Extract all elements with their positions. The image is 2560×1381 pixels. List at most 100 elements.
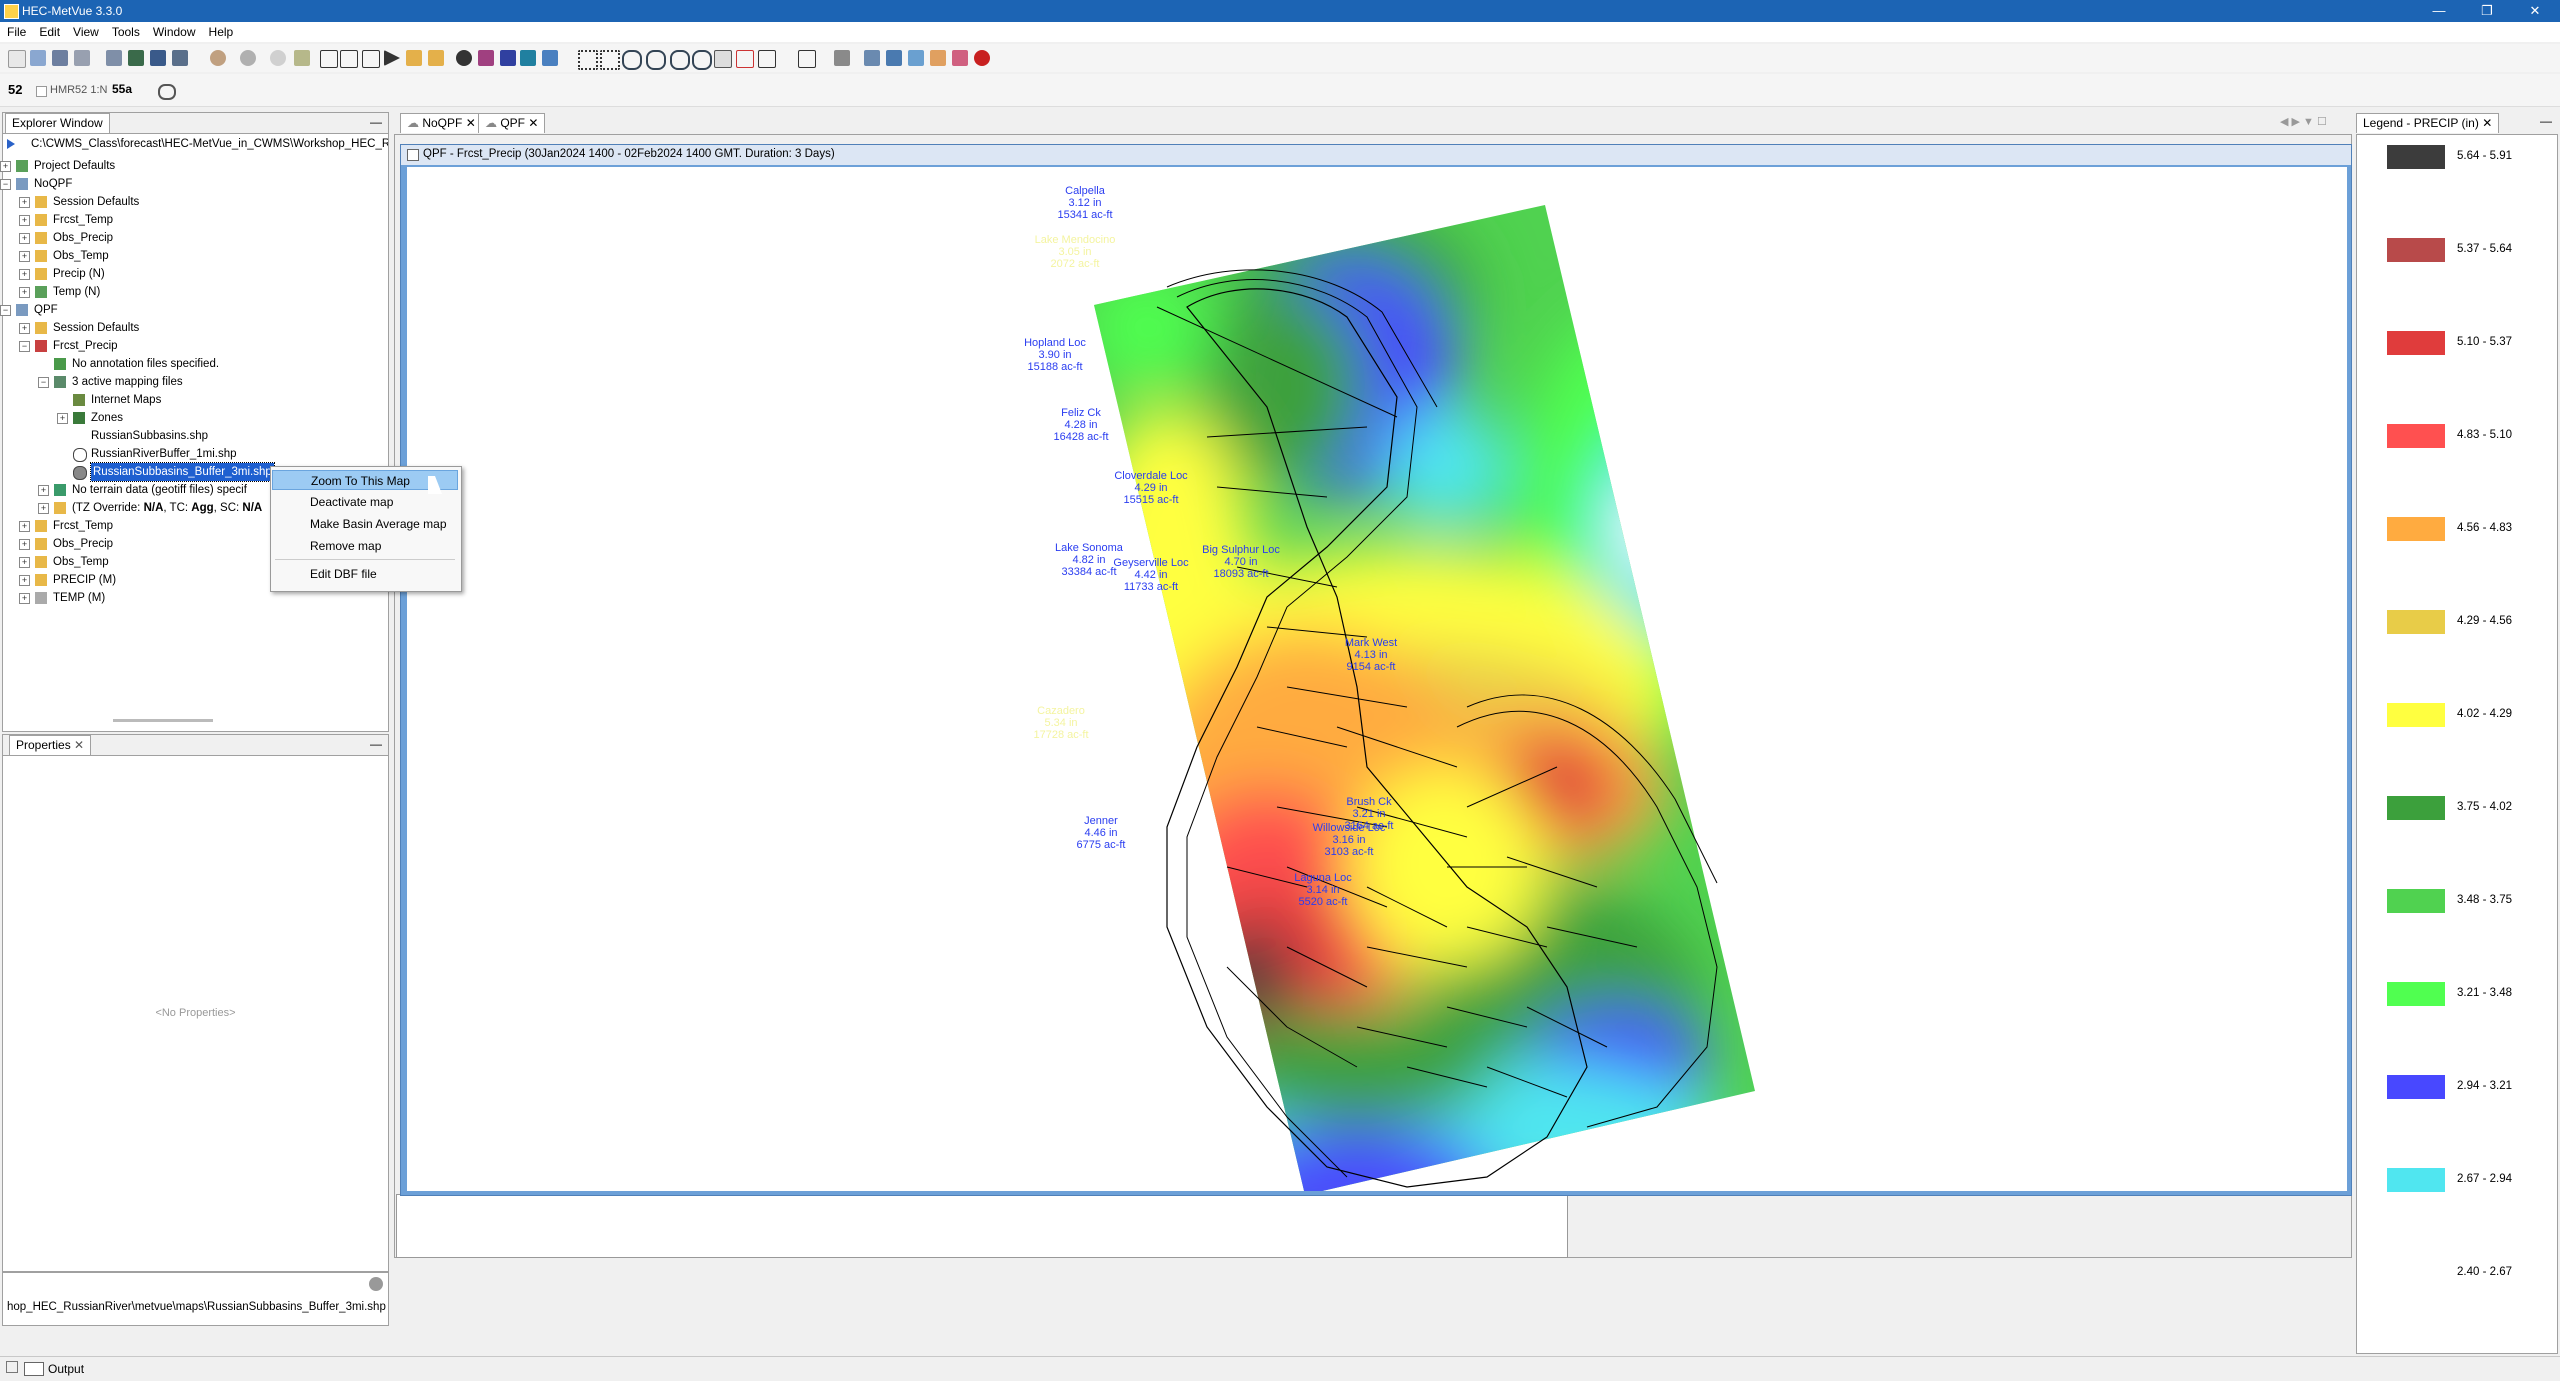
sync-icon[interactable]	[158, 84, 176, 100]
animate-icon[interactable]	[406, 50, 422, 66]
layers-icon[interactable]	[294, 50, 310, 66]
expand-icon[interactable]: +	[19, 197, 30, 208]
folder-icon[interactable]	[106, 50, 122, 66]
tool-b-icon[interactable]	[864, 50, 880, 66]
text-tool-icon[interactable]	[758, 50, 776, 68]
expand-icon[interactable]: +	[19, 269, 30, 280]
expand-icon[interactable]: +	[19, 215, 30, 226]
tool-a-icon[interactable]	[834, 50, 850, 66]
network-icon[interactable]	[520, 50, 536, 66]
restore-output-icon[interactable]	[6, 1361, 18, 1373]
close-properties-icon[interactable]: ✕	[74, 738, 84, 752]
minimize-legend-icon[interactable]: —	[2540, 114, 2552, 128]
collapse-icon[interactable]: −	[19, 341, 30, 352]
save-icon[interactable]	[52, 50, 68, 66]
print-icon[interactable]	[74, 50, 90, 66]
minimize-properties-icon[interactable]: —	[370, 737, 382, 751]
output-label[interactable]: Output	[48, 1362, 84, 1376]
collapse-icon[interactable]: −	[0, 179, 11, 190]
close-tab-icon[interactable]: ✕	[528, 116, 538, 130]
minimize-panel-icon[interactable]: —	[370, 115, 382, 129]
tool-f-icon[interactable]	[952, 50, 968, 66]
explorer-tab[interactable]: Explorer Window	[5, 113, 110, 133]
zoom-window-icon[interactable]	[320, 50, 338, 68]
draw-icon[interactable]	[736, 50, 754, 68]
record-icon[interactable]	[974, 50, 990, 66]
badge-55a[interactable]: 55a	[112, 82, 132, 96]
legend-label: 4.83 - 5.10	[2457, 429, 2512, 441]
expand-icon[interactable]: +	[19, 251, 30, 262]
menu-help[interactable]: Help	[202, 22, 240, 39]
tool-c-icon[interactable]	[886, 50, 902, 66]
new-icon[interactable]	[8, 50, 26, 68]
zoom-box-icon[interactable]	[340, 50, 358, 68]
hmr-checkbox[interactable]	[36, 86, 47, 97]
expand-icon[interactable]: +	[57, 413, 68, 424]
properties-tab[interactable]: Properties ✕	[9, 735, 92, 755]
tree-node-icon	[35, 268, 47, 280]
expand-icon[interactable]: +	[19, 521, 30, 532]
menu-edit[interactable]: Edit	[32, 22, 66, 39]
expand-icon[interactable]: +	[19, 323, 30, 334]
collapse-icon[interactable]: −	[38, 377, 49, 388]
settings-icon[interactable]	[456, 50, 472, 66]
menu-edit-dbf[interactable]: Edit DBF file	[272, 564, 458, 584]
tool-d-icon[interactable]	[908, 50, 924, 66]
expand-icon[interactable]: +	[0, 161, 11, 172]
menu-remove-map[interactable]: Remove map	[272, 536, 458, 556]
open-icon[interactable]	[30, 50, 46, 66]
expand-icon[interactable]: +	[19, 593, 30, 604]
expand-icon[interactable]: +	[19, 557, 30, 568]
full-extent-icon[interactable]	[578, 50, 598, 70]
collapse-icon[interactable]: −	[0, 305, 11, 316]
pan-icon[interactable]	[714, 50, 732, 68]
map-label: Lake Mendocino	[1035, 234, 1116, 246]
zoom-in-icon[interactable]	[622, 50, 642, 70]
tool-e-icon[interactable]	[930, 50, 946, 66]
menu-deactivate-map[interactable]: Deactivate map	[272, 492, 458, 512]
map-canvas[interactable]: Calpella 3.12 in 15341 ac-ft Lake Mendocino…	[407, 167, 2347, 1195]
info-icon[interactable]	[369, 1277, 383, 1291]
menu-file[interactable]: File	[0, 22, 32, 39]
scrollbar[interactable]	[113, 719, 213, 722]
expand-icon[interactable]: +	[19, 233, 30, 244]
animate2-icon[interactable]	[428, 50, 444, 66]
expand-icon[interactable]: +	[19, 287, 30, 298]
save-as-icon[interactable]	[150, 50, 166, 66]
grid-icon[interactable]	[362, 50, 380, 68]
refresh-icon[interactable]	[270, 50, 286, 66]
precip-map[interactable]: Calpella3.12 in15341 ac-ft Lake Mendocino…	[407, 167, 2347, 1195]
tools-icon[interactable]	[500, 50, 516, 66]
save-all-icon[interactable]	[172, 50, 188, 66]
undo-icon[interactable]	[210, 50, 226, 66]
close-icon[interactable]: ✕	[2512, 0, 2558, 22]
zoom-tool-icon[interactable]	[670, 50, 690, 70]
zoom-out-icon[interactable]	[646, 50, 666, 70]
menu-make-basin-average[interactable]: Make Basin Average map	[272, 514, 458, 534]
restore-icon[interactable]: ❐	[2464, 0, 2510, 22]
export-icon[interactable]	[128, 50, 144, 66]
tab-nav-icons[interactable]: ◀ ▶ ▼ ☐	[2280, 115, 2327, 128]
precip-raster	[1094, 205, 1755, 1195]
expand-icon[interactable]: +	[19, 575, 30, 586]
play-icon[interactable]	[384, 50, 400, 66]
menu-window[interactable]: Window	[146, 22, 202, 39]
badge-52[interactable]: 52	[8, 82, 22, 97]
extent-icon[interactable]	[600, 50, 620, 70]
tab-qpf[interactable]: ☁ QPF ✕	[478, 113, 546, 133]
menu-tools[interactable]: Tools	[105, 22, 146, 39]
redo-icon[interactable]	[240, 50, 256, 66]
expand-icon[interactable]: +	[19, 539, 30, 550]
expand-icon[interactable]: +	[38, 503, 49, 514]
tab-noqpf[interactable]: ☁ NoQPF ✕	[400, 113, 483, 133]
close-tab-icon[interactable]: ✕	[466, 116, 476, 130]
expand-icon[interactable]: +	[38, 485, 49, 496]
minimize-icon[interactable]: —	[2416, 0, 2462, 22]
menu-view[interactable]: View	[66, 22, 105, 39]
legend-tab[interactable]: Legend - PRECIP (in) ✕	[2356, 113, 2500, 133]
database-icon[interactable]	[542, 50, 558, 66]
select-tool-icon[interactable]	[798, 50, 816, 68]
zoom-out2-icon[interactable]	[692, 50, 712, 70]
paint-icon[interactable]	[478, 50, 494, 66]
close-legend-icon[interactable]: ✕	[2482, 116, 2492, 130]
